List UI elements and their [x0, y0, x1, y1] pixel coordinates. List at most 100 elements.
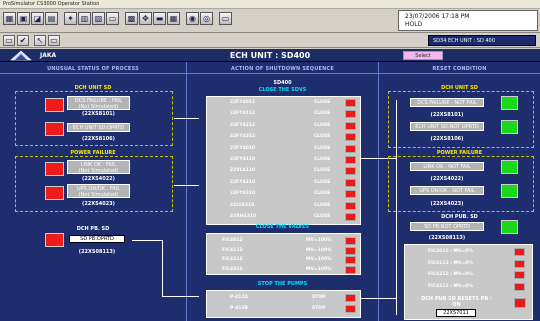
- fic-row-indicator[interactable]: [514, 282, 525, 291]
- window-title-bar: ProSimulator CS3000 Operator Station: [0, 0, 540, 9]
- hold-status-text: HOLD: [405, 21, 423, 28]
- ups-on-indicator[interactable]: [45, 186, 64, 200]
- edit-icon[interactable]: ▭: [48, 35, 60, 46]
- valve-row-indicator[interactable]: [345, 256, 356, 265]
- graphic-icon[interactable]: ▣: [17, 12, 30, 25]
- sdv-row-indicator[interactable]: [345, 213, 356, 221]
- sdv-row-state: CLOSE: [314, 134, 331, 140]
- section-title-action: ACTION OF SHUTDOWN SEQUENCE: [187, 64, 378, 74]
- report-icon[interactable]: ▧: [92, 12, 105, 25]
- ups-on-box-right[interactable]: UPS ON/OK : NOT FAIL: [410, 186, 484, 195]
- connector-line: [174, 185, 199, 186]
- tuning-icon[interactable]: ▤: [45, 12, 58, 25]
- fic-row-indicator[interactable]: [514, 248, 525, 256]
- sd-pb-tag: (22XS08113): [78, 249, 116, 255]
- sdv-row-state: CLOSE: [314, 100, 331, 105]
- sdv-row-indicator[interactable]: [345, 121, 356, 130]
- link-ok-label-right: LINK OK : NOT FAIL: [423, 164, 471, 170]
- ups-on-label-right: UPS ON/OK : NOT FAIL: [419, 188, 475, 194]
- sdv-row-tag: 22FY4012: [230, 100, 256, 105]
- sdv-row-indicator[interactable]: [345, 190, 356, 199]
- pointer-icon[interactable]: ↖: [34, 35, 46, 46]
- valve-row-state: MV=100%: [306, 257, 332, 263]
- sdv-row-indicator[interactable]: [345, 110, 356, 119]
- keyboard-icon[interactable]: ▭: [219, 12, 232, 25]
- message-icon[interactable]: ▥: [78, 12, 91, 25]
- link-ok-box[interactable]: LINK OK : FAIL (Not Simulated): [67, 160, 130, 174]
- sdv-row-indicator[interactable]: [345, 133, 356, 142]
- not-simulated-label: (Not Simulated): [78, 168, 119, 174]
- ups-on-tag-right: (22XS4023): [430, 201, 464, 207]
- alarm-icon[interactable]: ✦: [64, 12, 77, 25]
- close-sdvs-title: CLOSE THE SDVS: [258, 87, 307, 93]
- dch-pb-sd-title: DCH PB. SD: [76, 226, 110, 232]
- valve-row-indicator[interactable]: [345, 265, 356, 274]
- valve-row-indicator[interactable]: [345, 246, 356, 255]
- dcs-failure-indicator-right[interactable]: [501, 96, 518, 110]
- sdv-row-tag: 22FY4112: [230, 111, 256, 117]
- pump-row-indicator[interactable]: [345, 305, 356, 313]
- sdv-row-tag: 22FY4110: [230, 157, 256, 162]
- sdv-row-tag: 22VL4110: [230, 168, 256, 174]
- reset-pb-tag[interactable]: 22XS7011: [436, 309, 476, 317]
- select-mode-button[interactable]: Select: [403, 51, 443, 60]
- fic-row-indicator[interactable]: [514, 271, 525, 279]
- pump-row-indicator[interactable]: [345, 294, 356, 302]
- sdv-row-state: CLOSE: [314, 168, 331, 174]
- sd-pb-indicator-right[interactable]: [501, 220, 518, 234]
- window-icon[interactable]: ▭: [106, 12, 119, 25]
- valve-row-state: MV=100%: [306, 266, 332, 272]
- fic-row-tag: FIC4212 : MV=0%: [428, 272, 473, 277]
- reset-pb-state: ON: [452, 302, 461, 308]
- ech-unit-indicator[interactable]: [45, 122, 64, 136]
- pump-row-state: STOP: [312, 295, 326, 300]
- camera-icon[interactable]: ◉: [186, 12, 199, 25]
- sd-pb-box-right[interactable]: SD PB:NOT OPRTD: [410, 222, 484, 231]
- dcs-failure-box-right[interactable]: DCS FAILURE : NOT FAIL: [410, 98, 484, 107]
- sdv-row-state: CLOSE: [314, 214, 331, 219]
- window-list-icon[interactable]: ▭: [3, 35, 15, 46]
- ech-unit-indicator-right[interactable]: [501, 120, 518, 134]
- ups-on-box[interactable]: UPS ON/OK : FAIL (Not Simulated): [67, 184, 130, 198]
- sdv-row-tag: 22FY4010: [230, 145, 256, 151]
- fic-row-indicator[interactable]: [514, 259, 525, 268]
- tag-name-field[interactable]: SD34 ECH UNIT : SD 400: [428, 35, 536, 46]
- ech-unit-box[interactable]: ECH UNIT SD:OPRTD: [67, 123, 130, 132]
- valve-row-state: MV=100%: [306, 238, 332, 243]
- valve-row-indicator[interactable]: [345, 237, 356, 245]
- sdv-row-indicator[interactable]: [345, 156, 356, 164]
- overview-icon[interactable]: ▦: [3, 12, 16, 25]
- panel-icon[interactable]: ▩: [125, 12, 138, 25]
- not-simulated-label: (Not Simulated): [78, 192, 119, 198]
- record-icon[interactable]: ◎: [200, 12, 213, 25]
- sdv-row-indicator[interactable]: [345, 144, 356, 153]
- sd-pb-tag-right: (22XS08113): [428, 235, 466, 241]
- link-ok-tag: (22XS4022): [82, 176, 115, 182]
- reset-pb-indicator[interactable]: [514, 298, 526, 308]
- dcs-failure-indicator[interactable]: [45, 98, 64, 112]
- check-icon[interactable]: ✔: [17, 35, 29, 46]
- trend-icon[interactable]: ◪: [31, 12, 44, 25]
- sdv-row-state: CLOSE: [314, 202, 331, 208]
- sdv-row-indicator[interactable]: [345, 178, 356, 187]
- sd-pb-indicator[interactable]: [45, 233, 64, 247]
- fic-row-tag: FIC4012 : MV=0%: [428, 249, 473, 254]
- ech-unit-label: ECH UNIT SD:OPRTD: [72, 125, 125, 131]
- split-icon[interactable]: ▬: [153, 12, 166, 25]
- status-info-box: 23/07/2006 17:18 PM HOLD: [398, 10, 538, 31]
- sdv-row-state: CLOSE: [314, 179, 331, 185]
- navigate-icon[interactable]: ✥: [139, 12, 152, 25]
- sd-pb-label[interactable]: SD PB:OPRTD: [69, 235, 125, 243]
- link-ok-box-right[interactable]: LINK OK : NOT FAIL: [410, 162, 484, 171]
- sdv-row-indicator[interactable]: [345, 201, 356, 210]
- pump-row-tag: P-412A: [230, 295, 248, 300]
- sdv-row-tag: 22FY4210: [230, 179, 256, 185]
- print-icon[interactable]: ▦: [167, 12, 180, 25]
- sdv-row-indicator[interactable]: [345, 99, 356, 107]
- link-ok-indicator[interactable]: [45, 162, 64, 176]
- link-ok-indicator-right[interactable]: [501, 160, 518, 174]
- dcs-failure-box[interactable]: DCS FAILURE : FAIL (Not Simulated): [67, 96, 130, 110]
- ups-on-indicator-right[interactable]: [501, 184, 518, 198]
- ech-unit-box-right[interactable]: ECH UNIT SD:NOT OPRTD: [410, 122, 484, 131]
- sdv-row-indicator[interactable]: [345, 167, 356, 176]
